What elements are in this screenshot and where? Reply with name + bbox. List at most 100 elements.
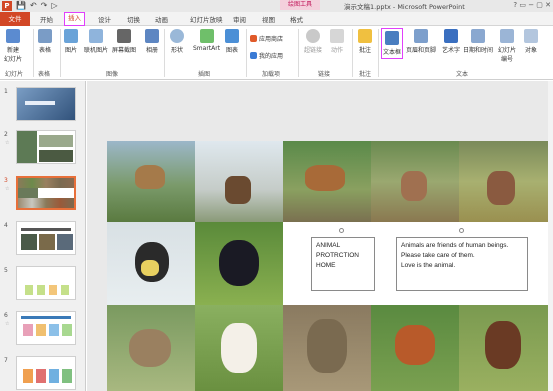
slide-thumbnail-6[interactable] [16,311,76,345]
chart-button[interactable]: 图表 [225,29,239,54]
action-button[interactable]: 动作 [330,29,344,54]
new-slide-button[interactable]: 新建 幻灯片 [4,29,22,63]
vertical-scrollbar[interactable] [548,81,553,391]
group-label-addins: 加载项 [262,71,281,78]
group-separator [246,29,247,77]
slide-number-button[interactable]: 幻灯片 编号 [498,29,516,63]
tab-slideshow[interactable]: 幻灯片放映 [190,14,223,24]
squirrel-shape [485,321,521,369]
shapes-button[interactable]: 形状 [170,29,184,54]
start-slideshow-icon[interactable]: ▷ [51,1,57,11]
window-title: 演示文稿1.pptx - Microsoft PowerPoint [344,3,465,11]
window-controls[interactable]: ? ▭ − ▢ ✕ [513,1,551,9]
thumbnail-image [39,150,73,162]
doe-shape [401,171,427,201]
thumbnail-image [39,234,55,250]
photo-monkey[interactable] [283,305,371,391]
my-apps-button[interactable]: 我的应用 [250,51,283,60]
online-picture-button[interactable]: 联机图片 [84,29,108,54]
date-time-button[interactable]: 日期和时间 [463,29,493,54]
textbox-button[interactable]: 文本框 [381,28,404,59]
table-button[interactable]: 表格 [38,29,52,54]
redo-icon[interactable]: ↷ [41,1,48,11]
tab-home[interactable]: 开始 [40,14,53,24]
thumbnail-card [62,369,72,383]
photo-magpie[interactable] [107,222,195,305]
textbox-title-line: ANIMAL [316,242,341,249]
photo-antelope[interactable] [459,141,548,222]
slide-thumbnail-2[interactable] [16,130,76,164]
photo-goat[interactable] [283,141,371,222]
slide-thumbnail-1[interactable] [16,87,76,121]
screenshot-button[interactable]: 屏幕截图 [112,29,136,54]
photo-squirrel[interactable] [459,305,548,391]
new-slide-icon [6,29,20,43]
monkey-shape [307,319,347,373]
picture-button[interactable]: 图片 [64,29,78,54]
group-label-comments: 批注 [359,71,372,78]
smartart-button[interactable]: SmartArt [193,29,220,52]
tab-review[interactable]: 审阅 [233,14,246,24]
photo-deer[interactable] [107,141,195,222]
rabbit-shape [129,329,171,367]
photo-puppy[interactable] [195,305,283,391]
current-slide[interactable]: ANIMAL PROTRCTION HOME Animals are frien… [107,141,548,391]
comment-icon [358,29,372,43]
rotate-handle[interactable] [339,228,344,233]
comment-button[interactable]: 批注 [358,29,372,54]
store-icon [250,35,257,42]
rotate-handle[interactable] [459,228,464,233]
slide-thumbnail-4[interactable] [16,221,76,255]
photo-stag[interactable] [195,141,283,222]
undo-icon[interactable]: ↶ [30,1,37,11]
tab-transitions[interactable]: 切换 [127,14,140,24]
tab-file[interactable]: 文件 [0,12,30,26]
wordart-button[interactable]: 艺术字 [442,29,460,54]
thumbnail-card [62,324,72,336]
tab-insert[interactable]: 插入 [64,12,85,26]
slide-thumbnail-7[interactable] [16,356,76,390]
slide-number-5: 5 [4,267,8,274]
tab-design[interactable]: 设计 [98,14,111,24]
picture-icon [64,29,78,43]
object-button[interactable]: 对象 [524,29,538,54]
slide-number-4: 4 [4,222,8,229]
textbox-message[interactable]: Animals are friends of human beings. Ple… [396,237,528,291]
magpie-belly-shape [141,260,159,276]
tab-animations[interactable]: 动画 [155,14,168,24]
photo-album-button[interactable]: 相册 [145,29,159,54]
thumbnail-card [49,324,59,336]
hyperlink-button[interactable]: 超链接 [304,29,322,54]
store-button[interactable]: 应用商店 [250,34,283,43]
slide-thumbnail-3-active[interactable] [16,176,76,210]
group-label-illustrations: 插图 [198,71,211,78]
table-icon [38,29,52,43]
thumbnail-card [36,324,46,336]
slide-thumbnail-5[interactable] [16,266,76,300]
powerpoint-logo-icon: P [2,1,12,11]
photo-deer-doe[interactable] [371,141,459,222]
group-separator [60,29,61,77]
tab-view[interactable]: 视图 [262,14,275,24]
textbox-icon [385,31,399,45]
group-separator [164,29,165,77]
camera-icon [117,29,131,43]
header-footer-button[interactable]: 页眉和页脚 [406,29,436,54]
photo-red-panda[interactable] [371,305,459,391]
slide-number-6: 6 [4,312,8,319]
red-panda-shape [395,325,435,365]
photo-rabbit[interactable] [107,305,195,391]
group-label-images: 图像 [106,71,119,78]
object-icon [524,29,538,43]
animation-star-icon: ☆ [5,321,10,327]
thumbnail-bar [61,285,69,295]
thumbnail-text [21,316,71,319]
save-icon[interactable]: 💾 [16,1,26,11]
textbox-title[interactable]: ANIMAL PROTRCTION HOME [311,237,375,291]
slide-number-icon [500,29,514,43]
tab-format[interactable]: 格式 [290,14,303,24]
puppy-shape [221,323,257,373]
thumbnail-card [23,324,33,336]
smartart-icon [199,29,214,43]
photo-black-bird[interactable] [195,222,283,305]
